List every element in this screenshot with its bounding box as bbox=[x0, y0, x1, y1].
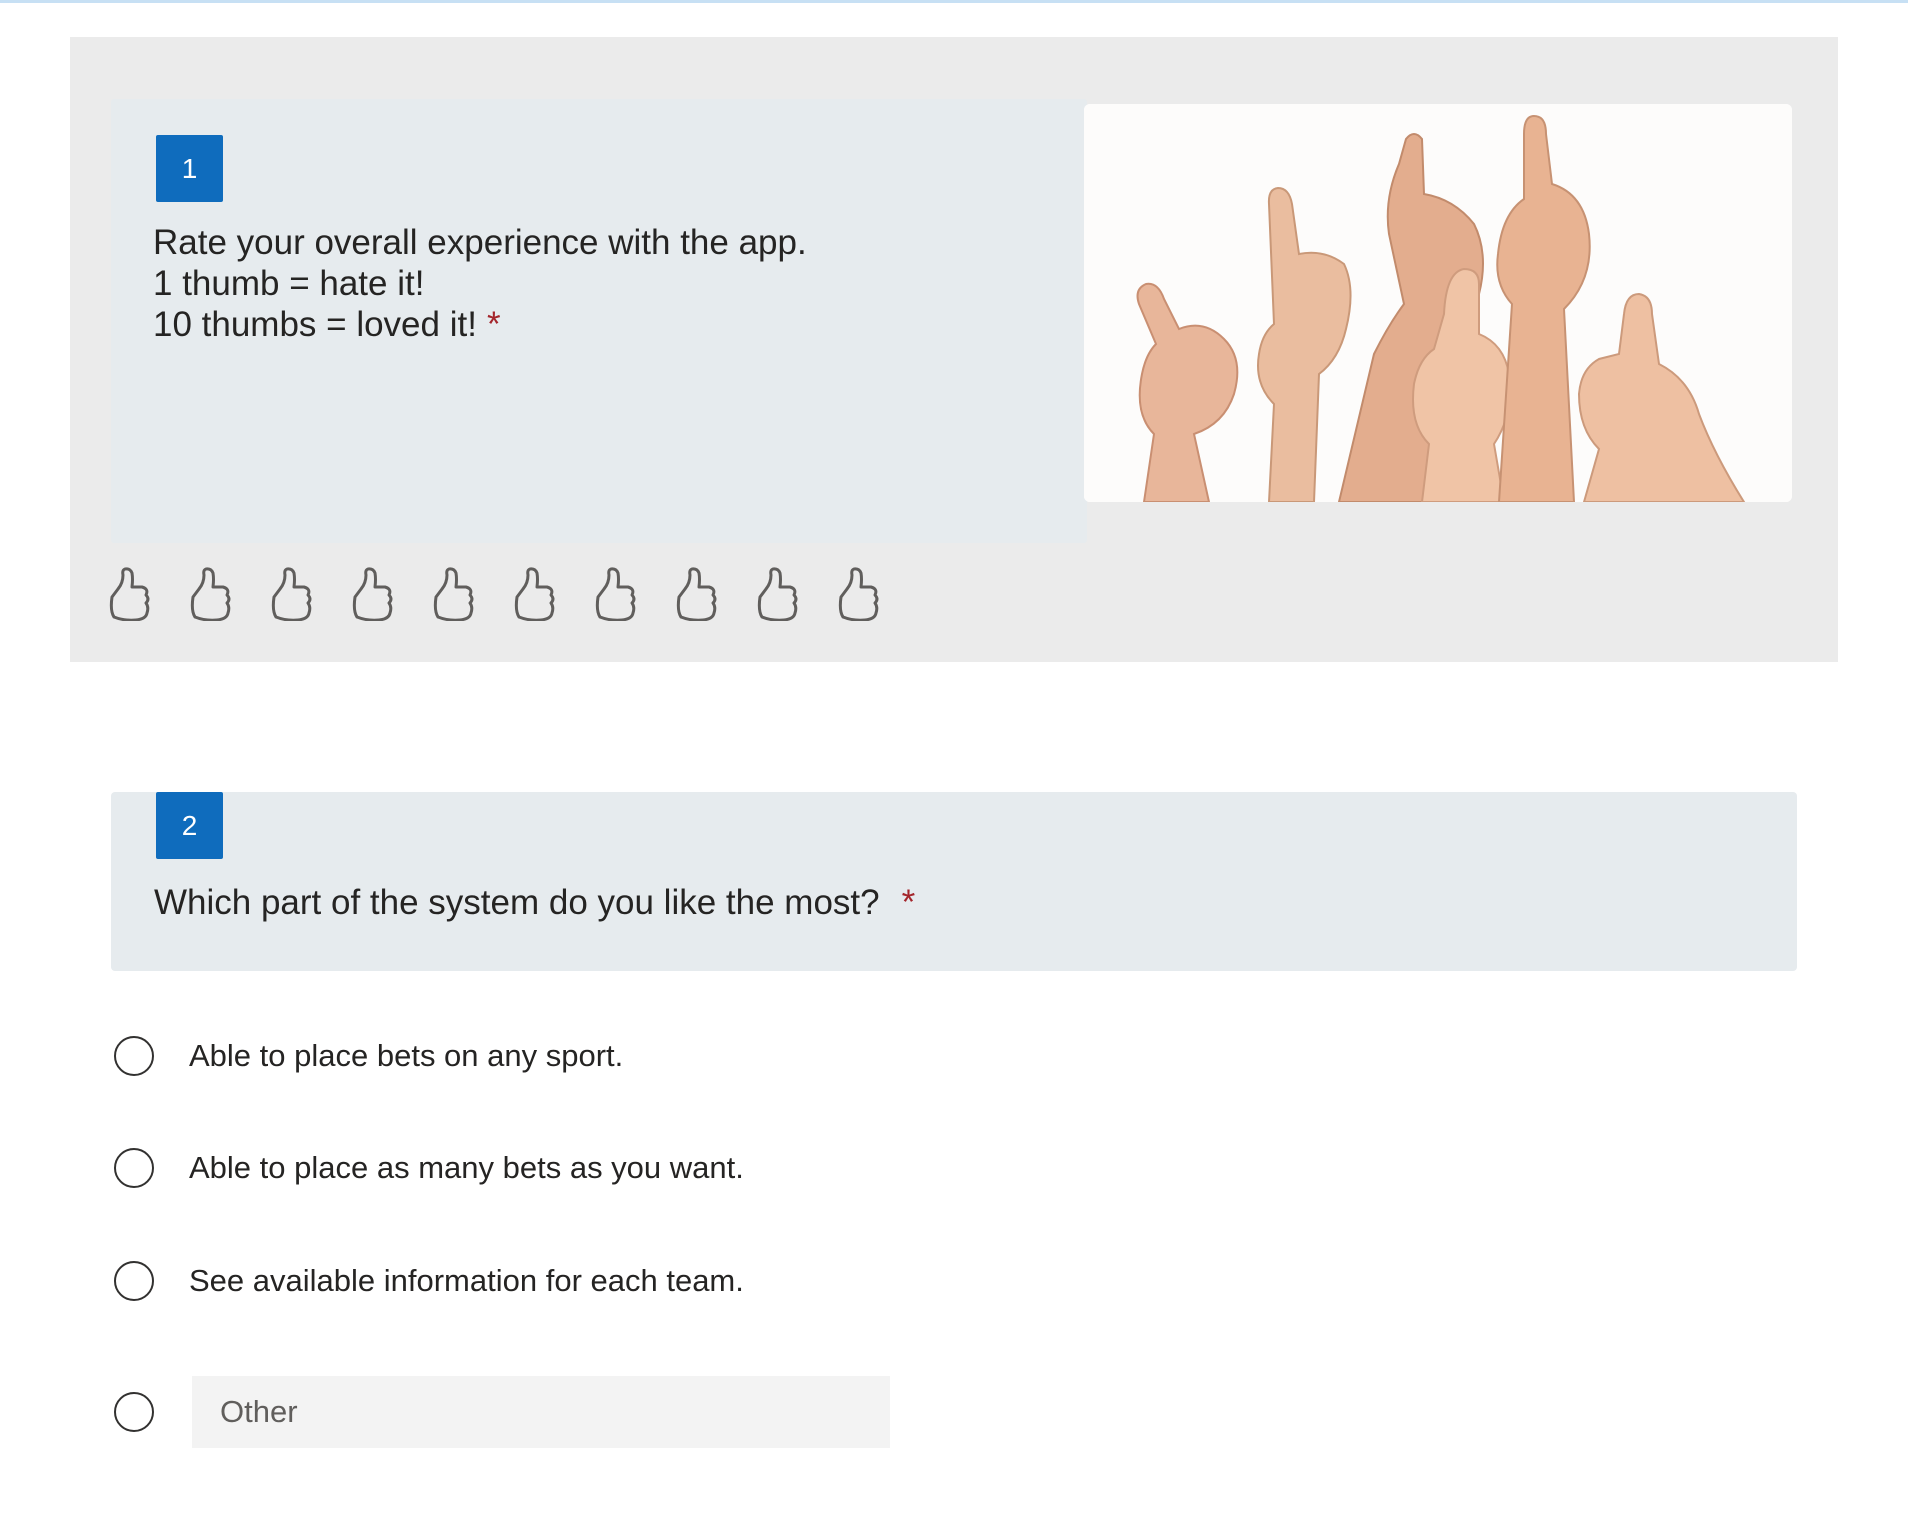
radio-button[interactable] bbox=[114, 1036, 154, 1076]
choice-option-2[interactable]: Able to place as many bets as you want. bbox=[114, 1148, 744, 1188]
radio-button[interactable] bbox=[114, 1261, 154, 1301]
question-1-title-line-3-text: 10 thumbs = loved it! bbox=[153, 305, 477, 344]
question-2-number: 2 bbox=[156, 792, 223, 859]
choice-label: See available information for each team. bbox=[189, 1263, 744, 1298]
required-asterisk: * bbox=[901, 883, 916, 922]
question-2-title-text: Which part of the system do you like the… bbox=[154, 883, 880, 922]
question-1-title-line-1: Rate your overall experience with the ap… bbox=[153, 223, 807, 262]
rating-thumb-6[interactable] bbox=[511, 563, 592, 625]
thumb-up-outline-icon bbox=[676, 567, 717, 621]
choice-option-other[interactable] bbox=[114, 1376, 890, 1448]
question-1-number: 1 bbox=[156, 135, 223, 202]
question-2-header: 2 Which part of the system do you like t… bbox=[111, 792, 1797, 971]
thumb-up-outline-icon bbox=[271, 567, 312, 621]
thumbs-up-hands-image bbox=[1084, 104, 1792, 502]
thumb-up-outline-icon bbox=[838, 567, 879, 621]
radio-button[interactable] bbox=[114, 1392, 154, 1432]
other-text-input[interactable] bbox=[192, 1376, 890, 1448]
rating-thumb-9[interactable] bbox=[754, 563, 835, 625]
choice-option-3[interactable]: See available information for each team. bbox=[114, 1261, 744, 1301]
rating-thumb-10[interactable] bbox=[835, 563, 916, 625]
rating-thumb-4[interactable] bbox=[349, 563, 430, 625]
thumb-up-outline-icon bbox=[352, 567, 393, 621]
thumb-up-outline-icon bbox=[433, 567, 474, 621]
question-1-title-line-2: 1 thumb = hate it! bbox=[153, 264, 425, 303]
rating-thumb-7[interactable] bbox=[592, 563, 673, 625]
thumb-up-outline-icon bbox=[514, 567, 555, 621]
rating-thumb-5[interactable] bbox=[430, 563, 511, 625]
top-accent-line bbox=[0, 0, 1908, 3]
thumb-up-outline-icon bbox=[109, 567, 150, 621]
thumb-up-outline-icon bbox=[757, 567, 798, 621]
question-2-title: Which part of the system do you like the… bbox=[154, 882, 915, 923]
rating-thumbs bbox=[106, 563, 916, 625]
question-1-title-line-3: 10 thumbs = loved it! * bbox=[153, 304, 1053, 345]
required-asterisk: * bbox=[486, 305, 501, 344]
rating-thumb-8[interactable] bbox=[673, 563, 754, 625]
rating-thumb-3[interactable] bbox=[268, 563, 349, 625]
rating-thumb-2[interactable] bbox=[187, 563, 268, 625]
thumb-up-outline-icon bbox=[595, 567, 636, 621]
choice-label: Able to place bets on any sport. bbox=[189, 1038, 624, 1073]
question-1-card: 1 Rate your overall experience with the … bbox=[70, 37, 1838, 662]
rating-thumb-1[interactable] bbox=[106, 563, 187, 625]
choice-label: Able to place as many bets as you want. bbox=[189, 1150, 744, 1185]
question-1-title: Rate your overall experience with the ap… bbox=[153, 222, 1053, 345]
choice-option-1[interactable]: Able to place bets on any sport. bbox=[114, 1036, 623, 1076]
thumb-up-outline-icon bbox=[190, 567, 231, 621]
radio-button[interactable] bbox=[114, 1148, 154, 1188]
